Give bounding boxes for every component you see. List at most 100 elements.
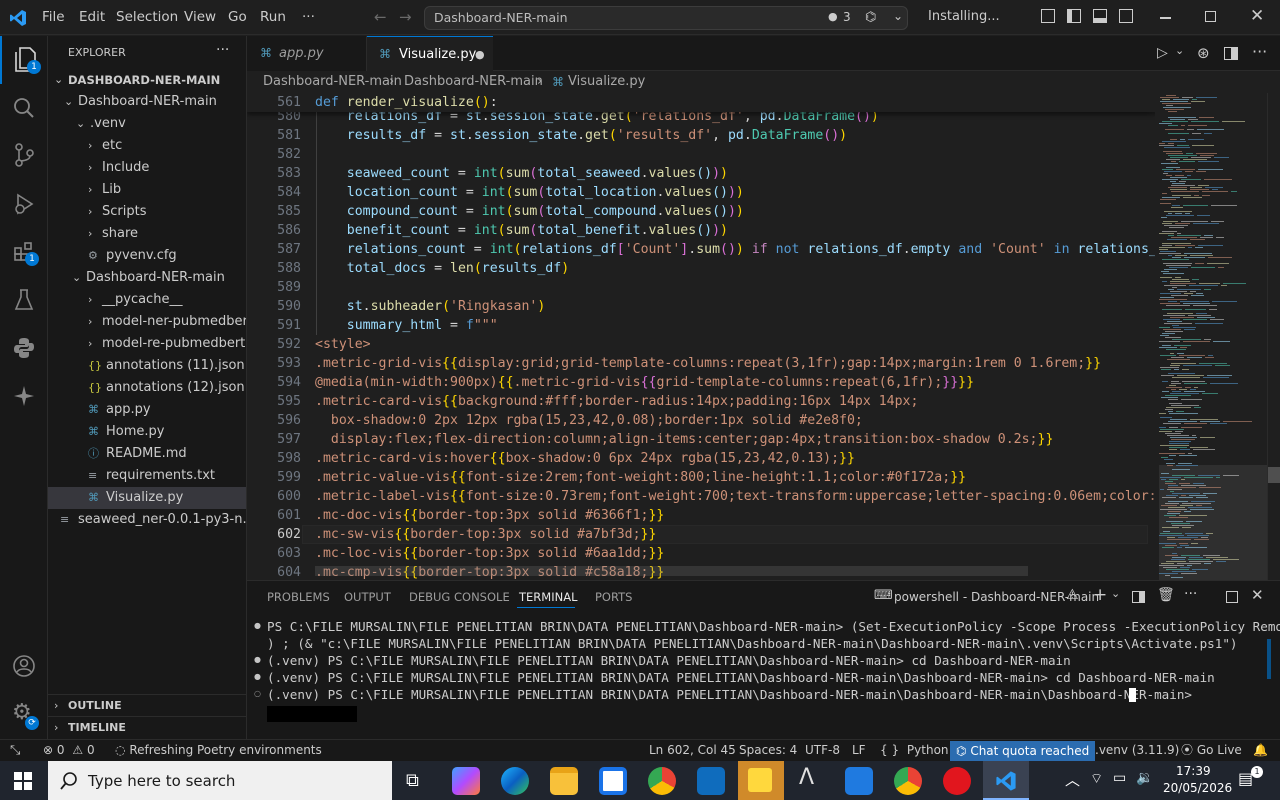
- chevron-down-icon[interactable]: ⌄: [1175, 44, 1184, 57]
- copilot-activity[interactable]: [0, 372, 48, 420]
- menu-go[interactable]: Go: [228, 9, 247, 25]
- tree-item[interactable]: › share: [48, 223, 246, 245]
- tree-item[interactable]: ⓘ README.md: [48, 443, 246, 465]
- copilot-app-icon[interactable]: [452, 767, 480, 795]
- command-center-search[interactable]: Dashboard-NER-main ● 3 ⌬ ⌄: [424, 6, 908, 30]
- opera-icon[interactable]: [943, 767, 971, 795]
- python-activity[interactable]: [0, 324, 48, 372]
- close-icon[interactable]: ✕: [1250, 6, 1264, 26]
- menu-run[interactable]: Run: [260, 9, 286, 25]
- back-arrow-icon[interactable]: ←: [374, 8, 387, 26]
- trash-icon[interactable]: 🗑: [1157, 587, 1175, 603]
- remote-icon[interactable]: ⤡: [10, 740, 20, 761]
- azure-data-icon[interactable]: [845, 767, 873, 795]
- indentation[interactable]: Spaces: 4: [739, 740, 797, 761]
- clock-time[interactable]: 17:39: [1176, 764, 1211, 778]
- source-control-activity[interactable]: [0, 132, 48, 180]
- tree-item[interactable]: ⌘ app.py: [48, 399, 246, 421]
- toggle-sidebar-icon[interactable]: [1067, 9, 1081, 23]
- testing-activity[interactable]: [0, 276, 48, 324]
- minimap[interactable]: [1155, 93, 1267, 580]
- tree-item[interactable]: › model-re-pubmedbert: [48, 333, 246, 355]
- tree-item[interactable]: ⌘ Home.py: [48, 421, 246, 443]
- run-debug-activity[interactable]: [0, 180, 48, 228]
- horizontal-scrollbar-thumb[interactable]: [315, 566, 1028, 576]
- run-file-icon[interactable]: ▷: [1157, 45, 1168, 61]
- chat-quota-badge[interactable]: ⌬ Chat quota reached: [950, 741, 1096, 761]
- chrome-icon[interactable]: [648, 767, 676, 795]
- chrome-icon-2[interactable]: [894, 767, 922, 795]
- toggle-panel-icon[interactable]: [1093, 9, 1107, 23]
- breadcrumb-item[interactable]: Visualize.py: [568, 71, 645, 93]
- tree-item[interactable]: {} annotations (12).json: [48, 377, 246, 399]
- sticky-notes-active[interactable]: [738, 761, 784, 800]
- search-activity[interactable]: [0, 84, 48, 132]
- tree-item[interactable]: ⌘ Visualize.py: [48, 487, 246, 509]
- language-mode[interactable]: { } Python: [880, 740, 949, 761]
- tree-item[interactable]: › Lib: [48, 179, 246, 201]
- unsaved-dot-icon[interactable]: ●: [475, 37, 485, 72]
- tab-debug-console[interactable]: DEBUG CONSOLE: [409, 590, 510, 604]
- menu-selection[interactable]: Selection: [116, 9, 178, 25]
- volume-icon[interactable]: 🔉: [1136, 770, 1153, 786]
- terminal-output[interactable]: ● PS C:\FILE MURSALIN\FILE PENELITIAN BR…: [247, 618, 1280, 740]
- chevron-down-icon[interactable]: ⌄: [1111, 587, 1120, 600]
- explorer-activity[interactable]: 1: [0, 36, 48, 84]
- file-explorer-icon[interactable]: [550, 767, 578, 795]
- menu-file[interactable]: File: [42, 9, 65, 25]
- timeline-section[interactable]: › TIMELINE: [48, 717, 246, 739]
- task-status[interactable]: ◌ Refreshing Poetry environments: [115, 740, 322, 761]
- more-actions-icon[interactable]: ···: [1252, 42, 1267, 61]
- errors-status[interactable]: ⊗ 0 ⚠ 0: [43, 740, 95, 761]
- more-actions-icon[interactable]: ···: [1184, 586, 1197, 602]
- tree-item[interactable]: › Scripts: [48, 201, 246, 223]
- tab-app-py[interactable]: ⌘ app.py: [247, 36, 367, 71]
- cursor-position[interactable]: Ln 602, Col 45: [649, 740, 736, 761]
- minimize-icon[interactable]: [1160, 17, 1171, 19]
- menu-edit[interactable]: Edit: [79, 9, 105, 25]
- tree-item[interactable]: ⚙ pyvenv.cfg: [48, 245, 246, 267]
- battery-icon[interactable]: ▭: [1113, 770, 1126, 786]
- tab-visualize-py[interactable]: ⌘ Visualize.py ●: [367, 36, 493, 71]
- tree-item[interactable]: ⌄ .venv: [48, 113, 246, 135]
- windows-start-icon[interactable]: [14, 772, 32, 790]
- notifications-icon[interactable]: 🔔: [1253, 740, 1268, 761]
- tab-ports[interactable]: PORTS: [595, 590, 632, 604]
- manage-activity[interactable]: ⚙ ⟳: [0, 690, 48, 738]
- more-actions-icon[interactable]: ···: [216, 42, 229, 58]
- python-interpreter[interactable]: .venv (3.11.9): [1095, 740, 1179, 761]
- vscode-taskbar-active[interactable]: [983, 761, 1029, 800]
- maximize-panel-icon[interactable]: [1226, 591, 1238, 603]
- tab-problems[interactable]: PROBLEMS: [267, 590, 330, 604]
- close-panel-icon[interactable]: ✕: [1251, 586, 1264, 604]
- new-terminal-icon[interactable]: +: [1093, 585, 1107, 605]
- accounts-activity[interactable]: [0, 642, 48, 690]
- tab-output[interactable]: OUTPUT: [344, 590, 391, 604]
- scrollbar-thumb[interactable]: [1268, 467, 1280, 483]
- breadcrumb-item[interactable]: Dashboard-NER-main: [263, 71, 402, 93]
- extensions-activity[interactable]: 1: [0, 228, 48, 276]
- customize-layout-icon[interactable]: [1041, 9, 1055, 23]
- sticky-scroll[interactable]: 561 def render_visualize():: [247, 93, 1280, 112]
- clock-date[interactable]: 20/05/2026: [1163, 781, 1232, 795]
- chevron-up-icon[interactable]: ︿: [1065, 769, 1080, 790]
- tree-item[interactable]: › Include: [48, 157, 246, 179]
- menu-more[interactable]: ···: [302, 9, 315, 25]
- toggle-secondary-sidebar-icon[interactable]: [1119, 9, 1133, 23]
- task-view-icon[interactable]: ⧉: [406, 770, 419, 791]
- forward-arrow-icon[interactable]: →: [399, 8, 412, 26]
- code-editor[interactable]: 580 relations_df = st.session_state.get(…: [247, 93, 1280, 580]
- split-editor-icon[interactable]: [1224, 47, 1238, 60]
- restore-icon[interactable]: [1205, 11, 1216, 22]
- workspace-root[interactable]: ⌄ DASHBOARD-NER-MAIN: [48, 69, 246, 91]
- split-terminal-icon[interactable]: [1132, 591, 1145, 603]
- tree-item[interactable]: ≡ requirements.txt: [48, 465, 246, 487]
- menu-view[interactable]: View: [184, 9, 216, 25]
- breadcrumb-item[interactable]: Dashboard-NER-main: [404, 71, 543, 93]
- tree-item[interactable]: › model-ner-pubmedbert: [48, 311, 246, 333]
- store-icon[interactable]: [599, 767, 627, 795]
- taskbar-search[interactable]: Type here to search: [48, 761, 392, 800]
- outline-section[interactable]: › OUTLINE: [48, 695, 246, 717]
- tab-terminal[interactable]: TERMINAL: [519, 590, 577, 604]
- tree-item[interactable]: ⌄ Dashboard-NER-main: [48, 91, 246, 113]
